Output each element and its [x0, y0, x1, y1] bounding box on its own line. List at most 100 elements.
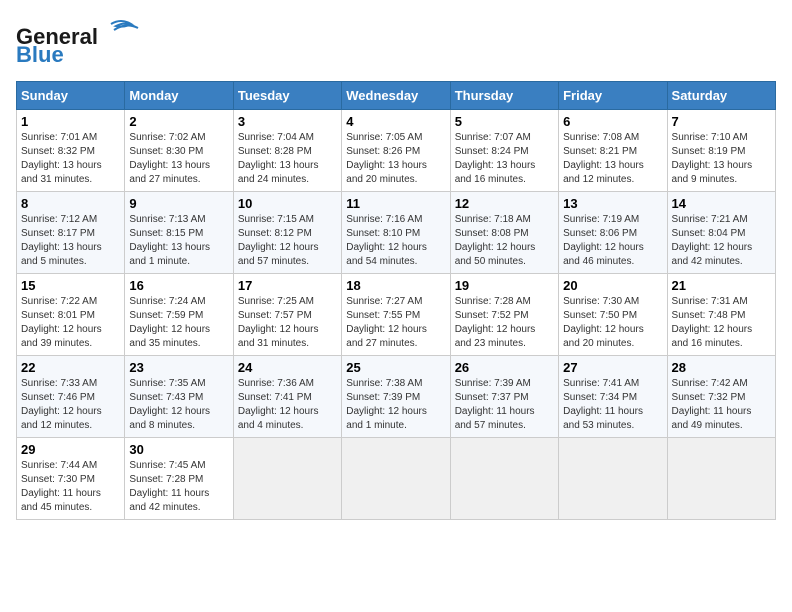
day-number: 4 [346, 114, 445, 129]
calendar-cell: 19 Sunrise: 7:28 AM Sunset: 7:52 PM Dayli… [450, 274, 558, 356]
calendar-cell: 30Sunrise: 7:45 AM Sunset: 7:28 PM Dayli… [125, 438, 233, 520]
day-info: Sunrise: 7:36 AM Sunset: 7:41 PM Dayligh… [238, 377, 337, 433]
day-info: Sunrise: 7:01 AM Sunset: 8:32 PM Dayligh… [21, 131, 120, 187]
day-number: 3 [238, 114, 337, 129]
calendar-cell: 25Sunrise: 7:38 AM Sunset: 7:39 PM Dayli… [342, 356, 450, 438]
day-number: 20 [563, 278, 662, 293]
day-number: 22 [21, 360, 120, 375]
day-info: Sunrise: 7:02 AM Sunset: 8:30 PM Dayligh… [129, 131, 228, 187]
day-number: 1 [21, 114, 120, 129]
svg-text:Blue: Blue [16, 42, 64, 66]
week-row-1: 1 Sunrise: 7:01 AM Sunset: 8:32 PM Daylig… [17, 110, 776, 192]
calendar-cell: 11 Sunrise: 7:16 AM Sunset: 8:10 PM Dayli… [342, 192, 450, 274]
calendar-cell: 24 Sunrise: 7:36 AM Sunset: 7:41 PM Dayli… [233, 356, 341, 438]
calendar-cell: 20Sunrise: 7:30 AM Sunset: 7:50 PM Dayli… [559, 274, 667, 356]
day-info: Sunrise: 7:07 AM Sunset: 8:24 PM Dayligh… [455, 131, 554, 187]
week-row-2: 8Sunrise: 7:12 AM Sunset: 8:17 PM Daylig… [17, 192, 776, 274]
logo-text: General Blue [16, 16, 146, 71]
day-info: Sunrise: 7:22 AM Sunset: 8:01 PM Dayligh… [21, 295, 120, 351]
day-info: Sunrise: 7:31 AM Sunset: 7:48 PM Dayligh… [672, 295, 771, 351]
day-info: Sunrise: 7:33 AM Sunset: 7:46 PM Dayligh… [21, 377, 120, 433]
weekday-header-row: SundayMondayTuesdayWednesdayThursdayFrid… [17, 82, 776, 110]
calendar-cell: 22 Sunrise: 7:33 AM Sunset: 7:46 PM Dayli… [17, 356, 125, 438]
calendar-cell: 9Sunrise: 7:13 AM Sunset: 8:15 PM Daylig… [125, 192, 233, 274]
day-number: 26 [455, 360, 554, 375]
calendar-cell: 29Sunrise: 7:44 AM Sunset: 7:30 PM Dayli… [17, 438, 125, 520]
day-number: 2 [129, 114, 228, 129]
page-header: General Blue [16, 16, 776, 71]
calendar-cell: 16 Sunrise: 7:24 AM Sunset: 7:59 PM Dayli… [125, 274, 233, 356]
day-number: 25 [346, 360, 445, 375]
calendar-cell: 7 Sunrise: 7:10 AM Sunset: 8:19 PM Daylig… [667, 110, 775, 192]
day-number: 15 [21, 278, 120, 293]
calendar-cell: 27 Sunrise: 7:41 AM Sunset: 7:34 PM Dayli… [559, 356, 667, 438]
week-row-5: 29Sunrise: 7:44 AM Sunset: 7:30 PM Dayli… [17, 438, 776, 520]
calendar-cell: 10 Sunrise: 7:15 AM Sunset: 8:12 PM Dayli… [233, 192, 341, 274]
day-info: Sunrise: 7:42 AM Sunset: 7:32 PM Dayligh… [672, 377, 771, 433]
day-info: Sunrise: 7:15 AM Sunset: 8:12 PM Dayligh… [238, 213, 337, 269]
day-number: 11 [346, 196, 445, 211]
day-info: Sunrise: 7:44 AM Sunset: 7:30 PM Dayligh… [21, 459, 120, 515]
calendar-cell: 28 Sunrise: 7:42 AM Sunset: 7:32 PM Dayli… [667, 356, 775, 438]
weekday-header-saturday: Saturday [667, 82, 775, 110]
weekday-header-thursday: Thursday [450, 82, 558, 110]
calendar-table: SundayMondayTuesdayWednesdayThursdayFrid… [16, 81, 776, 520]
day-number: 5 [455, 114, 554, 129]
day-info: Sunrise: 7:08 AM Sunset: 8:21 PM Dayligh… [563, 131, 662, 187]
calendar-cell: 18 Sunrise: 7:27 AM Sunset: 7:55 PM Dayli… [342, 274, 450, 356]
day-number: 16 [129, 278, 228, 293]
weekday-header-friday: Friday [559, 82, 667, 110]
logo: General Blue [16, 16, 146, 71]
calendar-cell: 8Sunrise: 7:12 AM Sunset: 8:17 PM Daylig… [17, 192, 125, 274]
day-number: 28 [672, 360, 771, 375]
day-number: 17 [238, 278, 337, 293]
day-info: Sunrise: 7:13 AM Sunset: 8:15 PM Dayligh… [129, 213, 228, 269]
day-info: Sunrise: 7:35 AM Sunset: 7:43 PM Dayligh… [129, 377, 228, 433]
day-number: 19 [455, 278, 554, 293]
day-info: Sunrise: 7:39 AM Sunset: 7:37 PM Dayligh… [455, 377, 554, 433]
calendar-cell: 5 Sunrise: 7:07 AM Sunset: 8:24 PM Daylig… [450, 110, 558, 192]
day-number: 7 [672, 114, 771, 129]
day-number: 21 [672, 278, 771, 293]
day-number: 12 [455, 196, 554, 211]
day-info: Sunrise: 7:10 AM Sunset: 8:19 PM Dayligh… [672, 131, 771, 187]
day-info: Sunrise: 7:28 AM Sunset: 7:52 PM Dayligh… [455, 295, 554, 351]
weekday-header-monday: Monday [125, 82, 233, 110]
calendar-cell: 13 Sunrise: 7:19 AM Sunset: 8:06 PM Dayli… [559, 192, 667, 274]
day-info: Sunrise: 7:41 AM Sunset: 7:34 PM Dayligh… [563, 377, 662, 433]
day-info: Sunrise: 7:27 AM Sunset: 7:55 PM Dayligh… [346, 295, 445, 351]
day-number: 23 [129, 360, 228, 375]
day-info: Sunrise: 7:05 AM Sunset: 8:26 PM Dayligh… [346, 131, 445, 187]
weekday-header-tuesday: Tuesday [233, 82, 341, 110]
calendar-cell: 2 Sunrise: 7:02 AM Sunset: 8:30 PM Daylig… [125, 110, 233, 192]
day-info: Sunrise: 7:12 AM Sunset: 8:17 PM Dayligh… [21, 213, 120, 269]
calendar-cell [667, 438, 775, 520]
calendar-body: 1 Sunrise: 7:01 AM Sunset: 8:32 PM Daylig… [17, 110, 776, 520]
day-number: 10 [238, 196, 337, 211]
calendar-cell: 6 Sunrise: 7:08 AM Sunset: 8:21 PM Daylig… [559, 110, 667, 192]
week-row-4: 22 Sunrise: 7:33 AM Sunset: 7:46 PM Dayli… [17, 356, 776, 438]
day-info: Sunrise: 7:16 AM Sunset: 8:10 PM Dayligh… [346, 213, 445, 269]
calendar-cell: 1 Sunrise: 7:01 AM Sunset: 8:32 PM Daylig… [17, 110, 125, 192]
calendar-cell: 15 Sunrise: 7:22 AM Sunset: 8:01 PM Dayli… [17, 274, 125, 356]
calendar-cell: 14Sunrise: 7:21 AM Sunset: 8:04 PM Dayli… [667, 192, 775, 274]
day-info: Sunrise: 7:24 AM Sunset: 7:59 PM Dayligh… [129, 295, 228, 351]
day-number: 6 [563, 114, 662, 129]
weekday-header-sunday: Sunday [17, 82, 125, 110]
calendar-cell [342, 438, 450, 520]
calendar-cell: 12Sunrise: 7:18 AM Sunset: 8:08 PM Dayli… [450, 192, 558, 274]
day-number: 30 [129, 442, 228, 457]
calendar-cell: 21 Sunrise: 7:31 AM Sunset: 7:48 PM Dayli… [667, 274, 775, 356]
week-row-3: 15 Sunrise: 7:22 AM Sunset: 8:01 PM Dayli… [17, 274, 776, 356]
calendar-cell [233, 438, 341, 520]
day-info: Sunrise: 7:04 AM Sunset: 8:28 PM Dayligh… [238, 131, 337, 187]
day-number: 24 [238, 360, 337, 375]
day-number: 13 [563, 196, 662, 211]
day-number: 27 [563, 360, 662, 375]
calendar-cell: 23 Sunrise: 7:35 AM Sunset: 7:43 PM Dayli… [125, 356, 233, 438]
weekday-header-wednesday: Wednesday [342, 82, 450, 110]
calendar-cell: 17Sunrise: 7:25 AM Sunset: 7:57 PM Dayli… [233, 274, 341, 356]
day-info: Sunrise: 7:19 AM Sunset: 8:06 PM Dayligh… [563, 213, 662, 269]
day-number: 18 [346, 278, 445, 293]
day-number: 14 [672, 196, 771, 211]
